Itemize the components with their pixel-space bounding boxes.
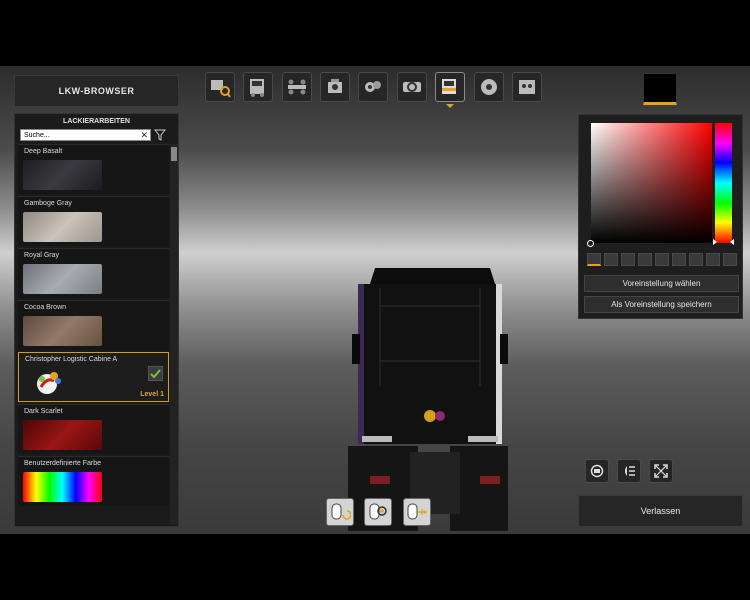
search-field[interactable]: ✕ <box>20 129 151 141</box>
wheels-button[interactable] <box>474 72 504 102</box>
rainbow-swatch <box>23 472 102 502</box>
engine-button[interactable] <box>320 72 350 102</box>
color-swatch <box>23 316 102 346</box>
color-picker-panel: Voreinstellung wählen Als Voreinstellung… <box>578 114 743 319</box>
item-label: Gamboge Gray <box>24 200 72 207</box>
color-swatch <box>23 160 102 190</box>
preset-slot[interactable] <box>689 253 703 266</box>
item-label: Dark Scarlet <box>24 408 63 415</box>
preset-slot[interactable] <box>587 253 601 266</box>
search-input[interactable] <box>24 131 134 139</box>
level-badge: Level 1 <box>140 391 164 398</box>
active-category-indicator <box>446 104 454 108</box>
list-item[interactable]: Cocoa Brown <box>18 300 169 350</box>
color-swatch <box>23 264 102 294</box>
paint-skin-icon <box>37 372 61 394</box>
color-presets <box>587 253 737 269</box>
truck-search-icon <box>211 80 231 98</box>
preset-slot[interactable] <box>621 253 635 266</box>
save-preset-button[interactable]: Als Voreinstellung speichern <box>584 296 739 313</box>
item-label: Deep Basalt <box>24 148 63 155</box>
transmission-button[interactable] <box>358 72 388 102</box>
item-label: Royal Gray <box>24 252 60 259</box>
saturation-value-picker[interactable] <box>587 123 712 247</box>
panel-title: LACKIERARBEITEN <box>63 118 130 125</box>
preset-slot[interactable] <box>672 253 686 266</box>
rotate-camera-button[interactable] <box>585 459 609 483</box>
accessories-icon <box>519 80 535 94</box>
item-label: Benutzerdefinierte Farbe <box>24 460 102 467</box>
preset-slot[interactable] <box>723 253 737 266</box>
letterbox-bottom <box>0 534 750 600</box>
leave-button[interactable]: Verlassen <box>578 495 743 527</box>
truck-model <box>348 268 508 531</box>
scroll-thumb[interactable] <box>171 147 177 161</box>
item-label: Christopher Logistic Cabine A <box>25 356 118 363</box>
list-item[interactable]: Dark Scarlet <box>18 404 169 454</box>
mouse-pan-icon <box>407 503 427 520</box>
hue-slider[interactable] <box>715 123 732 243</box>
paint-icon <box>442 79 456 94</box>
mouse-rotate-hint[interactable] <box>326 498 354 526</box>
paint-jobs-panel: LACKIERARBEITEN ✕ Deep Basalt Gamboge Gr… <box>14 113 179 527</box>
mouse-pan-hint[interactable] <box>403 498 431 526</box>
fullscreen-button[interactable] <box>649 459 673 483</box>
preset-slot[interactable] <box>655 253 669 266</box>
list-item[interactable]: Benutzerdefinierte Farbe <box>18 456 169 506</box>
transmission-icon <box>365 81 381 92</box>
color-swatch <box>23 420 102 450</box>
mouse-rotate-icon <box>331 503 351 520</box>
list-item[interactable]: Royal Gray <box>18 248 169 298</box>
wheels-icon <box>481 79 497 95</box>
truck-search-button[interactable] <box>205 72 235 102</box>
expand-icon <box>654 464 668 478</box>
lights-button[interactable] <box>617 459 641 483</box>
list-item-selected[interactable]: Christopher Logistic Cabine A Level 1 <box>18 352 169 402</box>
truck-browser-button[interactable]: LKW-BROWSER <box>14 75 179 107</box>
preset-slot[interactable] <box>638 253 652 266</box>
sv-cursor[interactable] <box>587 240 594 247</box>
preset-slot[interactable] <box>706 253 720 266</box>
hue-slider-handle-icon[interactable] <box>713 239 734 245</box>
item-label: Cocoa Brown <box>24 304 67 311</box>
choose-preset-button[interactable]: Voreinstellung wählen <box>584 275 739 292</box>
list-item[interactable]: Gamboge Gray <box>18 196 169 246</box>
color-swatch <box>23 212 102 242</box>
interior-icon <box>403 82 421 92</box>
paint-list: Deep Basalt Gamboge Gray Royal Gray Coco… <box>18 144 169 526</box>
headlights-icon <box>625 466 635 476</box>
cabin-icon <box>250 79 264 97</box>
owned-check-icon <box>148 366 163 381</box>
filter-icon[interactable] <box>154 129 166 141</box>
mouse-zoom-hint[interactable] <box>364 498 392 526</box>
clear-search-icon[interactable]: ✕ <box>140 130 148 141</box>
current-color-preview <box>643 73 677 105</box>
preset-slot[interactable] <box>604 253 618 266</box>
list-item[interactable]: Deep Basalt <box>18 144 169 194</box>
engine-icon <box>328 79 342 93</box>
mouse-zoom-icon <box>369 503 387 520</box>
chassis-button[interactable] <box>282 72 312 102</box>
accessories-button[interactable] <box>512 72 542 102</box>
paint-list-scrollbar[interactable] <box>170 144 178 524</box>
rotate-view-icon <box>590 464 604 478</box>
letterbox-top <box>0 0 750 66</box>
cabin-button[interactable] <box>243 72 273 102</box>
interior-button[interactable] <box>397 72 427 102</box>
paint-button[interactable] <box>435 72 465 102</box>
chassis-icon <box>288 79 306 95</box>
